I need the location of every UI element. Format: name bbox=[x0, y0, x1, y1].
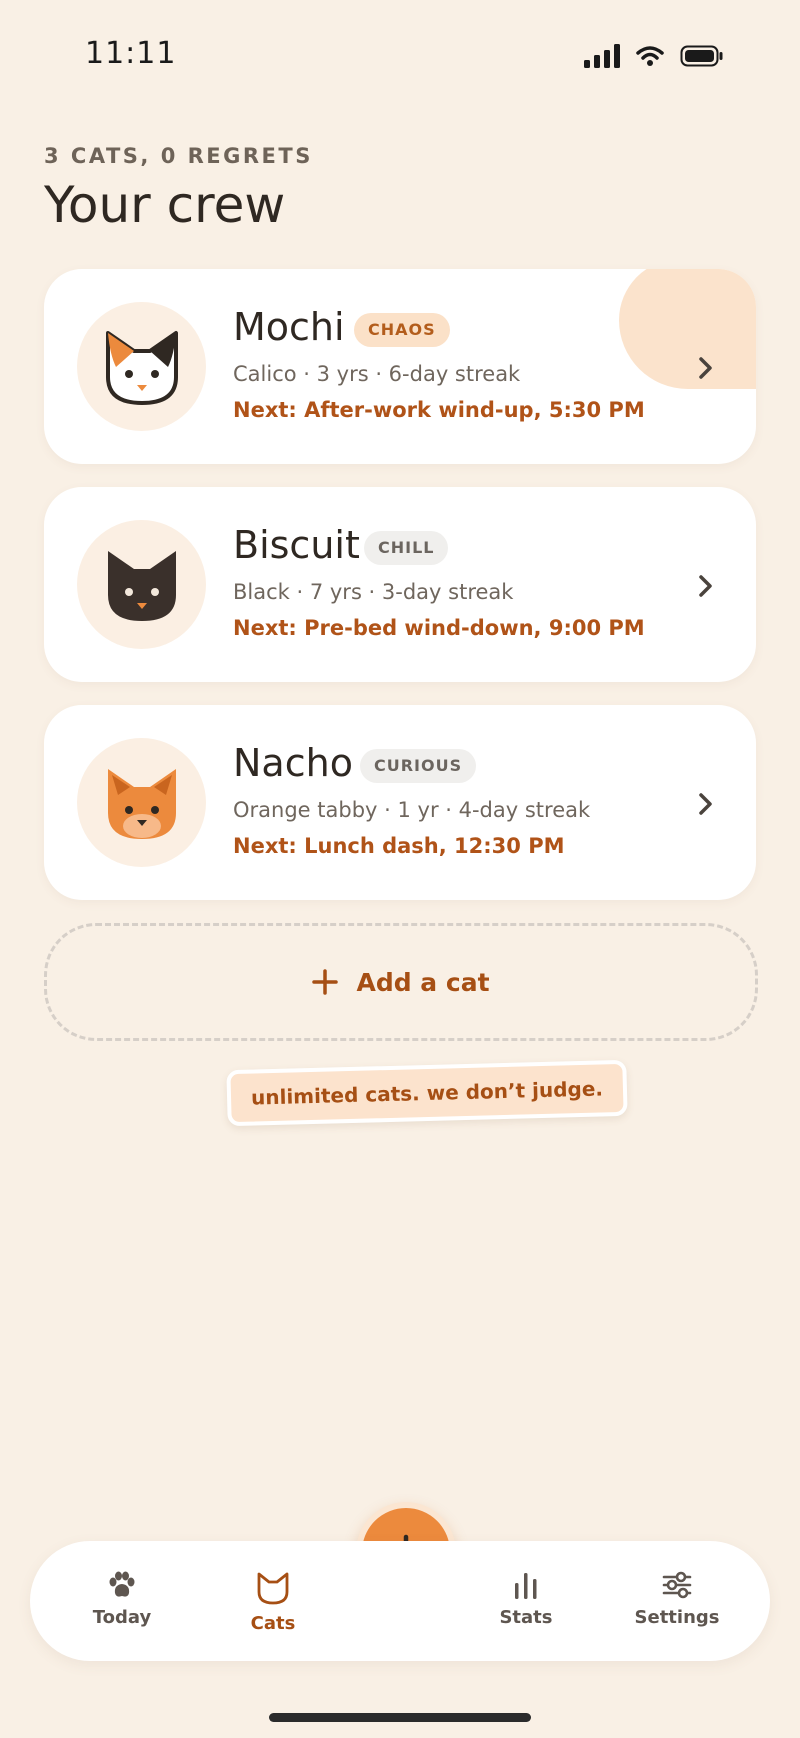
page-title: Your crew bbox=[44, 176, 286, 234]
chevron-right-icon bbox=[699, 575, 712, 597]
cat-card-mochi[interactable]: Mochi CHAOS Calico · 3 yrs · 6-day strea… bbox=[44, 269, 756, 464]
add-cat-button[interactable]: Add a cat bbox=[44, 923, 758, 1041]
cat-meta: Calico · 3 yrs · 6-day streak bbox=[233, 362, 521, 386]
signal-icon bbox=[584, 44, 620, 68]
chevron-right-icon bbox=[699, 357, 712, 379]
cat-avatar bbox=[77, 302, 206, 431]
wifi-icon bbox=[636, 46, 664, 66]
personality-badge: CHAOS bbox=[354, 313, 450, 347]
tab-settings[interactable]: Settings bbox=[617, 1571, 737, 1628]
home-indicator bbox=[269, 1713, 531, 1722]
sliders-icon bbox=[662, 1571, 692, 1599]
tab-label: Cats bbox=[250, 1613, 296, 1634]
cat-avatar bbox=[77, 520, 206, 649]
status-bar: 11:11 bbox=[0, 0, 800, 110]
sticker-note: unlimited cats. we don’t judge. bbox=[226, 1059, 628, 1127]
bar-chart-icon bbox=[515, 1573, 537, 1599]
cat-icon bbox=[257, 1572, 289, 1605]
decorative-blob bbox=[619, 269, 756, 389]
add-cat-label: Add a cat bbox=[356, 967, 490, 997]
next-session: Next: Lunch dash, 12:30 PM bbox=[233, 834, 565, 858]
personality-badge: CURIOUS bbox=[360, 749, 477, 783]
status-icons bbox=[584, 44, 724, 68]
status-time: 11:11 bbox=[85, 36, 177, 71]
cat-avatar bbox=[77, 738, 206, 867]
calico-cat-icon bbox=[105, 330, 178, 405]
battery-icon bbox=[680, 45, 723, 67]
cat-name: Nacho bbox=[233, 741, 353, 785]
tab-cats[interactable]: Cats bbox=[213, 1571, 333, 1634]
next-session: Next: After-work wind-up, 5:30 PM bbox=[233, 398, 645, 422]
personality-badge: CHILL bbox=[364, 531, 449, 565]
page-eyebrow: 3 CATS, 0 REGRETS bbox=[44, 144, 313, 168]
tab-bar: Today Cats Stats Settings bbox=[30, 1541, 770, 1661]
orange-cat-icon bbox=[107, 768, 176, 839]
cat-meta: Orange tabby · 1 yr · 4-day streak bbox=[233, 798, 591, 822]
tab-label: Today bbox=[92, 1607, 152, 1628]
cat-meta: Black · 7 yrs · 3-day streak bbox=[233, 580, 514, 604]
cat-name: Mochi bbox=[233, 305, 345, 349]
cat-card-biscuit[interactable]: Biscuit CHILL Black · 7 yrs · 3-day stre… bbox=[44, 487, 756, 682]
chevron-right-icon bbox=[699, 793, 712, 815]
plus-icon bbox=[312, 969, 339, 995]
tab-today[interactable]: Today bbox=[62, 1571, 182, 1628]
paw-icon bbox=[109, 1571, 135, 1597]
cat-card-nacho[interactable]: Nacho CURIOUS Orange tabby · 1 yr · 4-da… bbox=[44, 705, 756, 900]
tab-stats[interactable]: Stats bbox=[466, 1571, 586, 1628]
tab-label: Settings bbox=[634, 1607, 720, 1628]
black-cat-icon bbox=[107, 550, 176, 621]
next-session: Next: Pre-bed wind-down, 9:00 PM bbox=[233, 616, 645, 640]
cat-name: Biscuit bbox=[233, 523, 360, 567]
tab-label: Stats bbox=[499, 1607, 553, 1628]
